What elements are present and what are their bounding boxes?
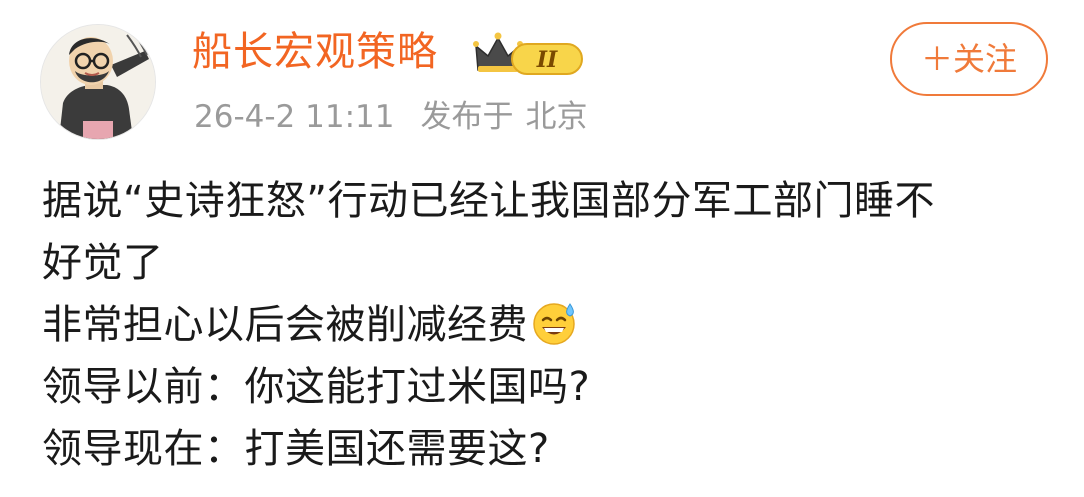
author-avatar[interactable]	[40, 24, 156, 140]
content-line: 领导现在：打美国还需要这?	[42, 426, 550, 472]
post-time[interactable]: 26-4-2 11:11	[194, 99, 394, 135]
content-line: 领导以前：你这能打过米国吗?	[42, 364, 591, 410]
post-meta: 26-4-2 11:11 发布于 北京	[194, 95, 587, 139]
follow-button[interactable]: ＋关注	[890, 22, 1048, 96]
content-line: 据说“史诗狂怒”行动已经让我国部分军工部门睡不	[42, 178, 935, 224]
weibo-post-card: 船长宏观策略 II 26-4-2 11:11 发布于 北京 ＋关注 据说“史诗狂怒”…	[0, 0, 1084, 497]
badge-level-text: II	[536, 47, 558, 73]
crown-level-badge-icon[interactable]: II	[472, 30, 588, 78]
post-location: 北京	[525, 99, 588, 135]
author-name[interactable]: 船长宏观策略	[192, 26, 438, 78]
content-line-with-emoji: 非常担心以后会被削减经费	[42, 294, 1052, 356]
content-line: 好觉了	[42, 240, 164, 286]
sweat-smile-emoji-icon	[533, 303, 575, 345]
cartoon-man-avatar-icon	[41, 25, 155, 139]
post-content: 据说“史诗狂怒”行动已经让我国部分军工部门睡不 好觉了 非常担心以后会被削减经费…	[42, 170, 1052, 480]
post-location-prefix: 发布于	[420, 99, 514, 135]
content-line-text: 非常担心以后会被削减经费	[42, 302, 528, 348]
